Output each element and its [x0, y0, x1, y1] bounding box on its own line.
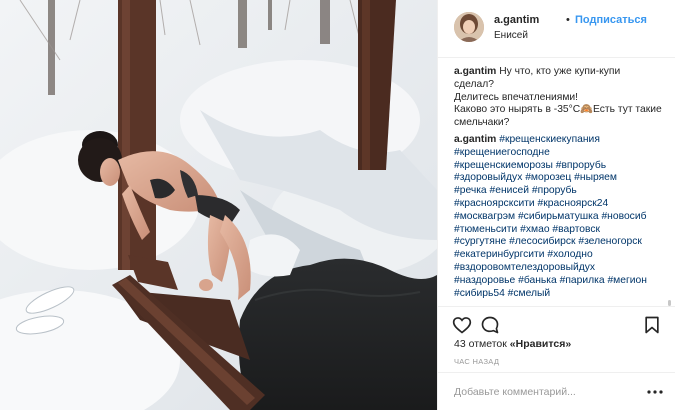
hashtag-line[interactable]: #москвагрэм #сибирьматушка #новосиб [454, 211, 670, 224]
comments-scrollbar[interactable] [668, 62, 671, 306]
hashtag-line[interactable]: #екатеринбургсити #холодно [454, 249, 670, 262]
hashtag-line[interactable]: #вздоровомтелездоровыйдух [454, 262, 670, 275]
comment-bubble-icon [481, 316, 499, 334]
hashtag-line[interactable]: #крещенскиеморозы #впрорубь [454, 160, 670, 173]
comment-input[interactable] [454, 384, 634, 400]
post-location[interactable]: Енисей [494, 30, 528, 41]
hashtag-line[interactable]: #наздоровье #банька #парилка #мегион [454, 275, 670, 288]
instagram-post: a.gantim • Подписаться Енисей a.gantim Н… [0, 0, 675, 410]
post-photo[interactable] [0, 0, 437, 410]
follow-button[interactable]: Подписаться [575, 14, 647, 26]
post-side-panel: a.gantim • Подписаться Енисей a.gantim Н… [437, 0, 675, 410]
caption-comment: a.gantim Ну что, кто уже купи-купи сдела… [454, 66, 670, 130]
like-button[interactable] [452, 315, 472, 335]
caption-line: сделал? [454, 78, 495, 90]
winter-ice-hole-photo [0, 0, 437, 410]
add-comment-section [438, 372, 675, 410]
save-button[interactable] [642, 315, 662, 335]
hashtag-line[interactable]: #речка #енисей #прорубь [454, 185, 670, 198]
heart-icon [452, 317, 472, 334]
comments-list[interactable]: a.gantim Ну что, кто уже купи-купи сдела… [454, 66, 670, 302]
caption-line: Каково это нырять в -35°С🙈Есть тут такие [454, 104, 662, 116]
likes-summary: 43 отметок «Нравится» [454, 338, 571, 350]
hashtag-comment: a.gantim #крещенскиекупания #крещениегос… [454, 134, 670, 300]
caption-username[interactable]: a.gantim [454, 66, 496, 77]
likes-link[interactable]: «Нравится» [510, 338, 571, 350]
post-header: a.gantim • Подписаться Енисей [438, 0, 675, 58]
hashtag-line[interactable]: #крещениегосподне [454, 147, 670, 160]
caption-line: Делитесь впечатлениями! [454, 91, 579, 103]
more-options-button[interactable] [646, 385, 664, 399]
ellipsis-icon [647, 390, 663, 394]
header-separator: • [566, 14, 570, 26]
hashtag-line[interactable]: #крещенскиекупания [499, 134, 600, 145]
hashtag-line[interactable]: #красноярсксити #красноярск24 [454, 198, 670, 211]
hashtag-line[interactable]: #здоровыйдух #морозец #ныряем [454, 172, 670, 185]
bookmark-icon [645, 316, 659, 334]
caption-line: смельчаки? [454, 117, 510, 129]
hashtag-line[interactable]: #тюменьсити #хмао #вартовск [454, 224, 670, 237]
author-avatar[interactable] [454, 12, 484, 42]
post-timestamp[interactable]: час назад [454, 357, 499, 366]
hashtag-line[interactable]: #сибирь54 #смелый [454, 288, 670, 301]
comment-button[interactable] [480, 315, 500, 335]
likes-count: 43 отметок [454, 338, 507, 350]
caption-line: Ну что, кто уже купи-купи [499, 66, 621, 77]
avatar-photo-icon [454, 12, 484, 42]
author-username[interactable]: a.gantim [494, 14, 539, 26]
hashtag-comment-username[interactable]: a.gantim [454, 134, 496, 145]
post-actions [438, 306, 675, 340]
hashtag-line[interactable]: #сургутяне #лесосибирск #зеленогорск [454, 236, 670, 249]
